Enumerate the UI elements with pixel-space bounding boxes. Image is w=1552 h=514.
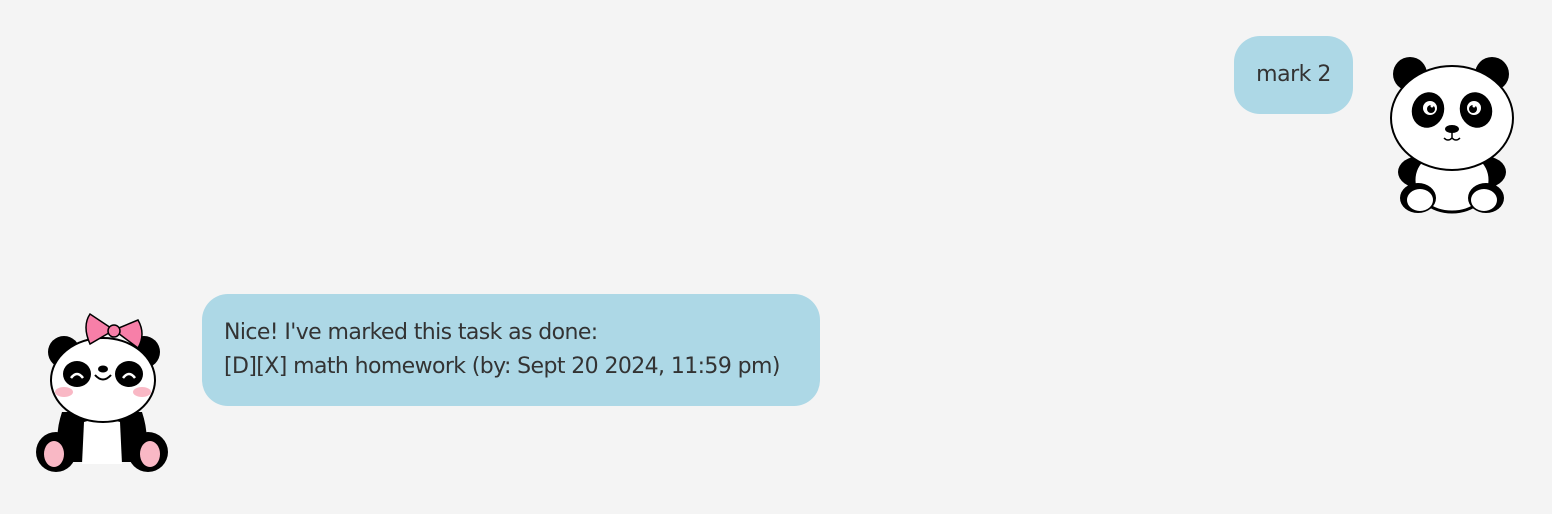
bot-message-bubble: Nice! I've marked this task as done: [D]… [202,294,820,406]
panda-icon [1390,57,1514,214]
bot-message-line-2: [D][X] math homework (by: Sept 20 2024, … [224,354,780,379]
chat-window: mark 2 Nice! I've marked this task as do… [0,0,1552,514]
user-message-text: mark 2 [1256,62,1331,87]
panda-with-bow-icon [36,312,168,472]
bot-message-line-1: Nice! I've marked this task as done: [224,320,598,345]
user-message-bubble: mark 2 [1234,36,1353,114]
